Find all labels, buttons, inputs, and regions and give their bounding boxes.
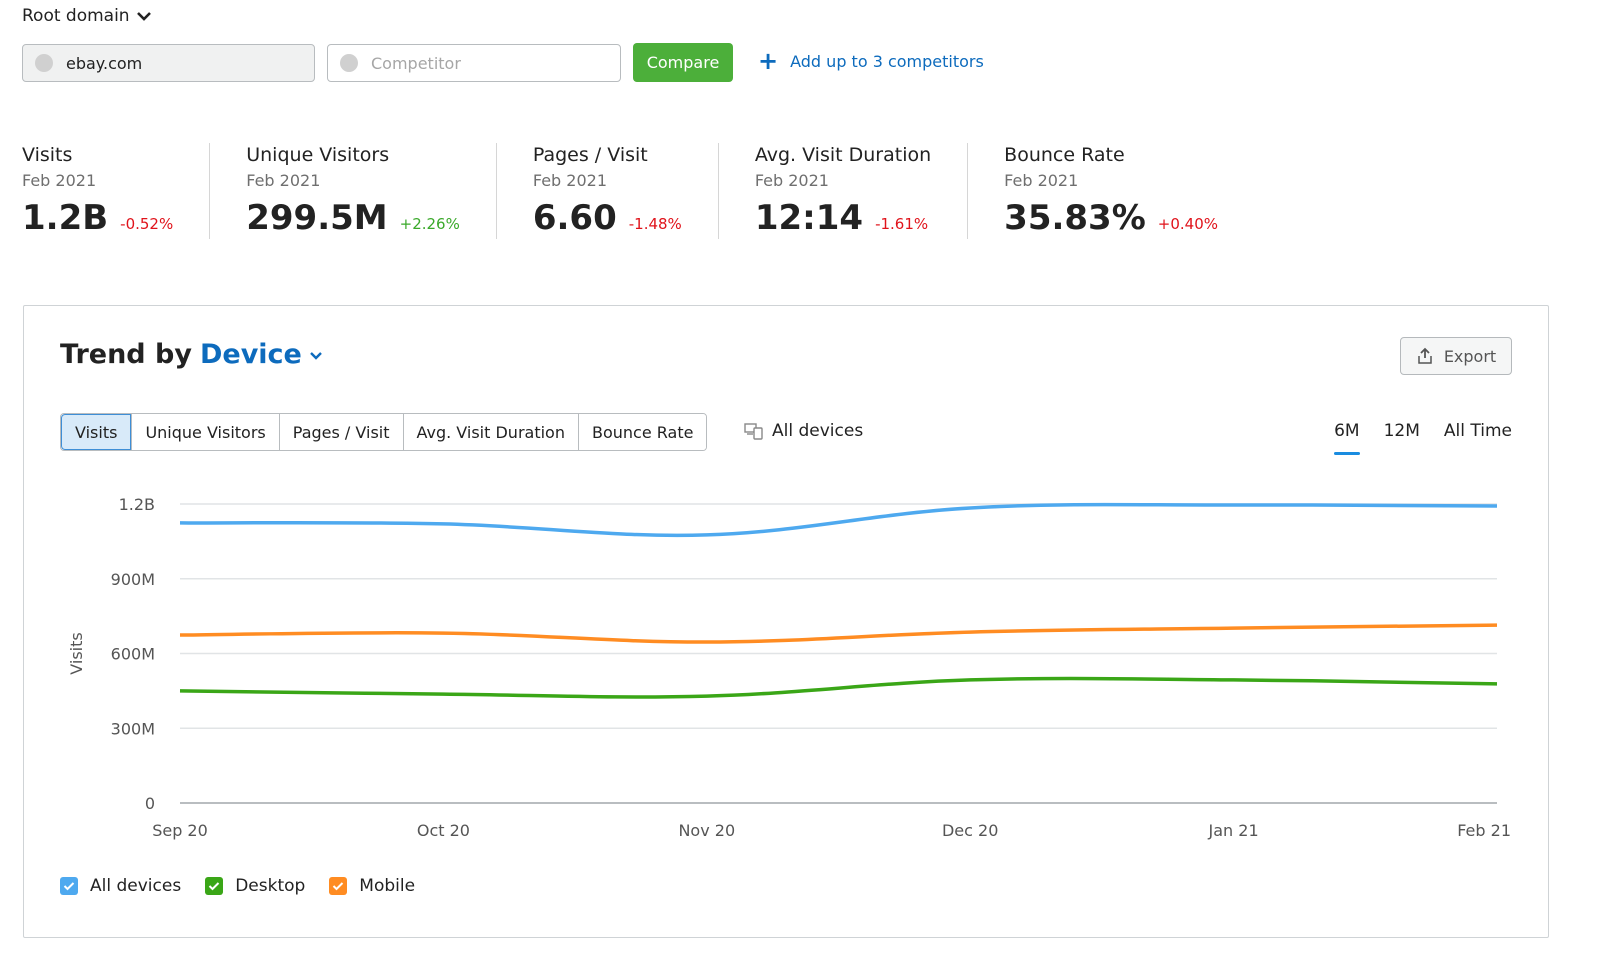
metric-delta: -1.48% xyxy=(628,215,682,233)
root-domain-label: Root domain xyxy=(22,6,130,26)
domain-field[interactable] xyxy=(66,53,286,73)
legend-desktop[interactable]: Desktop xyxy=(205,876,305,896)
x-tick-label: Jan 21 xyxy=(1208,821,1259,840)
metric-title: Unique Visitors xyxy=(246,144,390,166)
competitor-field[interactable] xyxy=(371,53,591,73)
metric-delta: -0.52% xyxy=(120,215,174,233)
metrics-summary: Visits Feb 2021 1.2B -0.52% Unique Visito… xyxy=(22,143,1254,239)
y-tick-label: 0 xyxy=(145,794,155,813)
series-line-mobile xyxy=(179,623,1498,644)
metric-avg-visit-duration: Avg. Visit Duration Feb 2021 12:14 -1.61% xyxy=(717,143,967,239)
legend-label: Mobile xyxy=(359,876,416,896)
metric-date: Feb 2021 xyxy=(1004,171,1079,190)
y-tick-label: 1.2B xyxy=(119,495,155,514)
checkbox-mobile[interactable] xyxy=(329,877,348,895)
visits-line-chart: 0 300M 600M 900M 1.2B Visits Sep 20 Oct 20 Nov 2… xyxy=(67,495,1511,840)
competitor-input[interactable] xyxy=(327,44,621,82)
metric-value: 35.83% xyxy=(1004,198,1146,238)
metric-title: Bounce Rate xyxy=(1004,144,1125,166)
metric-delta: +2.26% xyxy=(399,215,460,233)
metric-visits: Visits Feb 2021 1.2B -0.52% xyxy=(22,143,209,239)
series-line-desktop xyxy=(179,676,1498,699)
x-tick-label: Feb 21 xyxy=(1457,821,1511,840)
metric-date: Feb 2021 xyxy=(246,171,321,190)
chart-legend: All devices Desktop Mobile xyxy=(60,876,415,896)
y-axis-label: Visits xyxy=(67,632,86,674)
metric-pages-per-visit: Pages / Visit Feb 2021 6.60 -1.48% xyxy=(495,143,718,239)
metric-unique-visitors: Unique Visitors Feb 2021 299.5M +2.26% xyxy=(209,143,496,239)
plus-icon: + xyxy=(758,47,779,75)
legend-mobile[interactable]: Mobile xyxy=(329,876,415,896)
metric-date: Feb 2021 xyxy=(22,171,97,190)
legend-label: All devices xyxy=(90,876,182,896)
y-tick-label: 600M xyxy=(111,645,155,664)
legend-all-devices[interactable]: All devices xyxy=(60,876,181,896)
metric-title: Pages / Visit xyxy=(532,144,648,166)
competitor-color-dot xyxy=(340,54,358,72)
metric-title: Avg. Visit Duration xyxy=(754,144,932,166)
checkbox-all-devices[interactable] xyxy=(60,877,78,895)
root-domain-dropdown[interactable]: Root domain xyxy=(22,6,152,26)
metric-date: Feb 2021 xyxy=(532,171,607,190)
x-tick-label: Dec 20 xyxy=(942,821,998,840)
checkbox-desktop[interactable] xyxy=(205,877,224,895)
check-icon xyxy=(333,882,344,891)
legend-label: Desktop xyxy=(235,876,306,896)
metric-delta: +0.40% xyxy=(1157,215,1219,233)
metric-value: 12:14 xyxy=(754,198,864,238)
add-competitors-label: Add up to 3 competitors xyxy=(790,51,984,71)
metric-value: 299.5M xyxy=(246,198,388,238)
metric-title: Visits xyxy=(22,144,73,166)
x-tick-label: Oct 20 xyxy=(417,821,470,840)
x-tick-label: Sep 20 xyxy=(152,821,208,840)
domain-input[interactable] xyxy=(22,44,315,82)
metric-value: 1.2B xyxy=(22,198,109,238)
check-icon xyxy=(63,882,75,891)
metric-delta: -1.61% xyxy=(875,215,929,233)
y-tick-label: 300M xyxy=(111,719,155,738)
trend-by-device-card: Trend by Device Export Visits Unique Vis… xyxy=(23,305,1549,938)
series-line-all-devices xyxy=(179,502,1498,538)
chevron-down-icon xyxy=(136,12,151,21)
check-icon xyxy=(208,882,220,891)
y-tick-label: 900M xyxy=(111,570,155,589)
metric-value: 6.60 xyxy=(532,198,617,238)
domain-color-dot xyxy=(35,54,53,72)
metric-bounce-rate: Bounce Rate Feb 2021 35.83% +0.40% xyxy=(967,143,1254,239)
add-competitors-link[interactable]: + Add up to 3 competitors xyxy=(758,47,984,75)
compare-button[interactable]: Compare xyxy=(633,43,733,82)
metric-date: Feb 2021 xyxy=(754,171,829,190)
x-tick-label: Nov 20 xyxy=(678,821,735,840)
